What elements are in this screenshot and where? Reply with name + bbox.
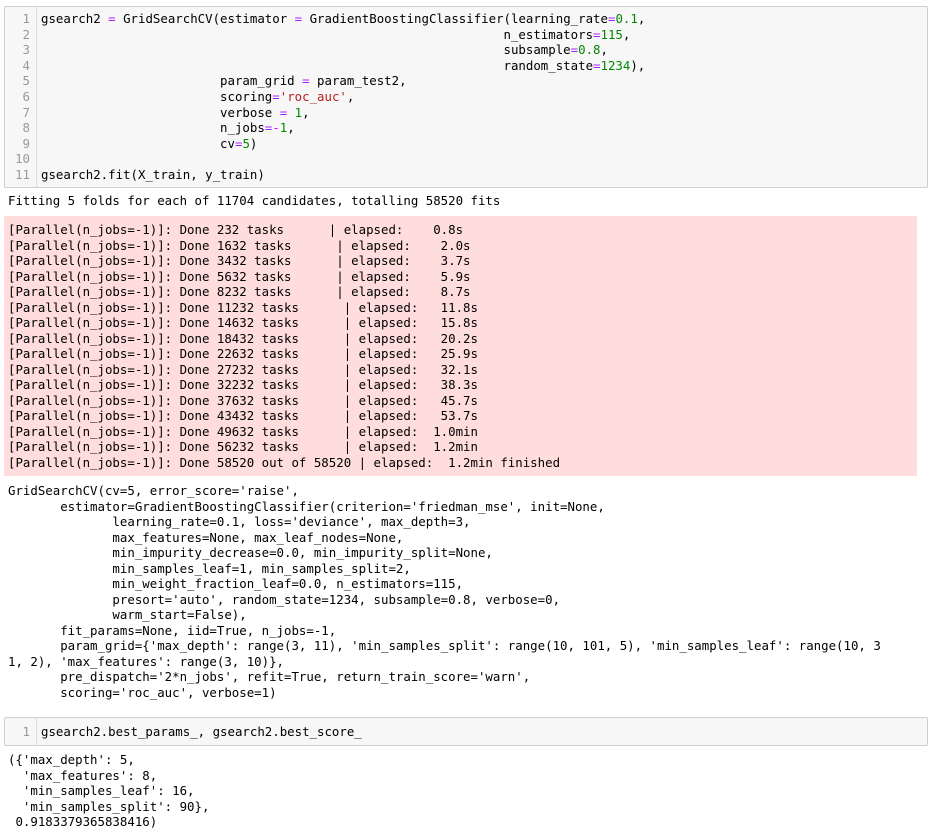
- code-line[interactable]: 9 cv=5): [5, 136, 927, 152]
- code-line[interactable]: 7 verbose = 1,: [5, 105, 927, 121]
- line-number: 8: [22, 120, 30, 136]
- code-line[interactable]: 11 gsearch2.fit(X_train, y_train): [5, 167, 927, 183]
- operator-token: =: [294, 11, 303, 26]
- stderr-line: [Parallel(n_jobs=-1)]: Done 232 tasks | …: [8, 222, 464, 237]
- code-editor[interactable]: 1 gsearch2 = GridSearchCV(estimator = Gra…: [5, 11, 927, 183]
- code-text: cv=5): [41, 135, 258, 151]
- line-number: 3: [22, 42, 30, 58]
- line-number: 4: [22, 57, 30, 73]
- code-text: verbose = 1,: [41, 104, 310, 120]
- code-cell-2[interactable]: 1 gsearch2.best_params_, gsearch2.best_sc…: [4, 717, 928, 746]
- line-number: 9: [22, 135, 30, 151]
- code-text: gsearch2.fit(X_train, y_train): [41, 166, 265, 182]
- line-number: 5: [22, 73, 30, 89]
- stderr-line: [Parallel(n_jobs=-1)]: Done 14632 tasks …: [8, 315, 478, 330]
- execute-result-1: GridSearchCV(cv=5, error_score='raise', …: [8, 483, 881, 700]
- code-line[interactable]: 1 gsearch2.best_params_, gsearch2.best_sc…: [5, 724, 927, 740]
- stderr-line: [Parallel(n_jobs=-1)]: Done 49632 tasks …: [8, 423, 478, 439]
- line-number: 1: [22, 724, 30, 739]
- stderr-line: [Parallel(n_jobs=-1)]: Done 43432 tasks …: [8, 408, 478, 423]
- operator-token: =: [593, 26, 601, 42]
- stdout-output: Fitting 5 folds for each of 11704 candid…: [8, 193, 501, 208]
- code-line[interactable]: 1 gsearch2 = GridSearchCV(estimator = Gra…: [5, 11, 927, 27]
- code-line[interactable]: 4 random_state=1234),: [5, 58, 927, 74]
- line-number: 10: [15, 151, 30, 167]
- stderr-line: [Parallel(n_jobs=-1)]: Done 58520 out of…: [8, 454, 561, 470]
- stderr-line: [Parallel(n_jobs=-1)]: Done 56232 tasks …: [8, 439, 478, 454]
- code-text: scoring='roc_auc',: [41, 88, 355, 104]
- operator-token: =: [570, 42, 579, 58]
- number-literal: 0.1: [615, 11, 638, 26]
- number-literal: 1: [279, 120, 288, 136]
- code-line[interactable]: 3 subsample=0.8,: [5, 42, 927, 58]
- stderr-line: [Parallel(n_jobs=-1)]: Done 22632 tasks …: [8, 346, 478, 361]
- operator-token: =: [302, 73, 310, 89]
- code-line[interactable]: 2 n_estimators=115,: [5, 27, 927, 43]
- execute-result-2: ({'max_depth': 5, 'max_features': 8, 'mi…: [8, 752, 210, 829]
- stderr-line: [Parallel(n_jobs=-1)]: Done 8232 tasks |…: [8, 284, 471, 299]
- code-line[interactable]: 6 scoring='roc_auc',: [5, 89, 927, 105]
- stderr-output: [Parallel(n_jobs=-1)]: Done 232 tasks | …: [4, 216, 917, 476]
- code-text: n_estimators=115,: [41, 26, 631, 42]
- line-number: 11: [15, 166, 30, 182]
- line-number: 6: [22, 88, 30, 104]
- code-text: param_grid = param_test2,: [41, 73, 407, 89]
- line-number: 7: [22, 104, 30, 120]
- code-editor[interactable]: 1 gsearch2.best_params_, gsearch2.best_sc…: [5, 724, 927, 740]
- stderr-line: [Parallel(n_jobs=-1)]: Done 37632 tasks …: [8, 392, 478, 408]
- code-text: n_jobs=-1,: [41, 120, 295, 136]
- stderr-line: [Parallel(n_jobs=-1)]: Done 32232 tasks …: [8, 377, 478, 392]
- code-text: gsearch2.best_params_, gsearch2.best_sco…: [41, 724, 362, 739]
- code-line[interactable]: 10: [5, 151, 927, 167]
- operator-token: =: [108, 11, 116, 26]
- number-literal: 5: [242, 135, 250, 151]
- code-cell-1[interactable]: 1 gsearch2 = GridSearchCV(estimator = Gra…: [4, 6, 928, 188]
- code-text: gsearch2 = GridSearchCV(estimator = Grad…: [41, 11, 646, 26]
- stderr-line: [Parallel(n_jobs=-1)]: Done 5632 tasks |…: [8, 268, 471, 284]
- operator-token: =: [272, 88, 280, 104]
- code-text: random_state=1234),: [41, 57, 646, 73]
- number-literal: 0.8: [578, 42, 601, 58]
- stderr-line: [Parallel(n_jobs=-1)]: Done 3432 tasks |…: [8, 253, 471, 268]
- line-number: 1: [22, 11, 30, 26]
- number-literal: 1234: [600, 57, 631, 73]
- operator-token: =: [593, 57, 601, 73]
- code-line[interactable]: 8 n_jobs=-1,: [5, 120, 927, 136]
- string-literal: 'roc_auc': [279, 88, 347, 104]
- stderr-line: [Parallel(n_jobs=-1)]: Done 18432 tasks …: [8, 330, 478, 346]
- stderr-line: [Parallel(n_jobs=-1)]: Done 11232 tasks …: [8, 299, 478, 315]
- operator-token: =: [279, 104, 288, 120]
- number-literal: 1: [294, 104, 303, 120]
- line-number: 2: [22, 26, 30, 42]
- stderr-line: [Parallel(n_jobs=-1)]: Done 27232 tasks …: [8, 361, 478, 377]
- operator-token: -: [272, 120, 280, 136]
- stderr-line: [Parallel(n_jobs=-1)]: Done 1632 tasks |…: [8, 237, 471, 253]
- code-line[interactable]: 5 param_grid = param_test2,: [5, 73, 927, 89]
- code-text: subsample=0.8,: [41, 42, 608, 58]
- number-literal: 115: [600, 26, 623, 42]
